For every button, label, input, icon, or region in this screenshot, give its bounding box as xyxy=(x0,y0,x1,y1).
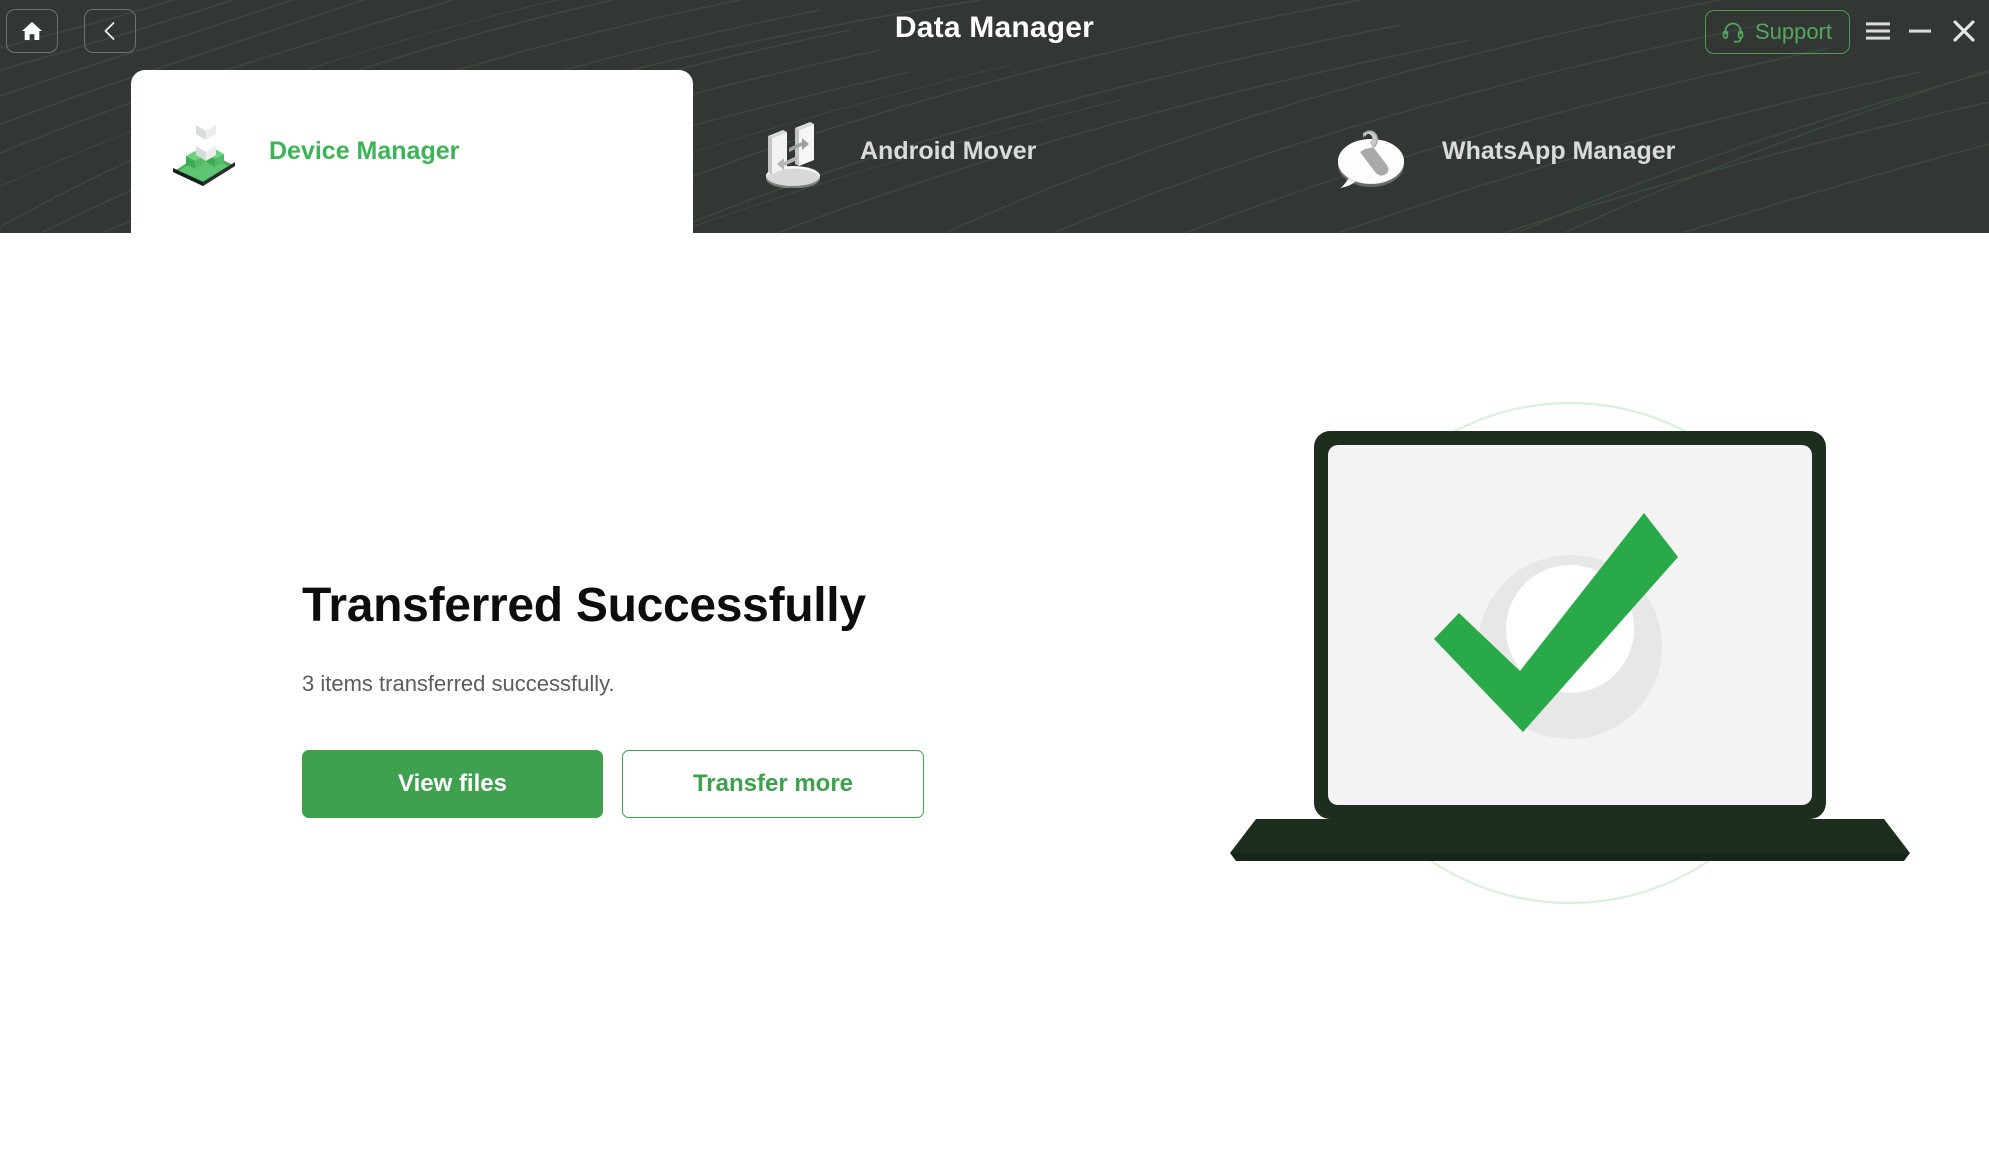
tab-android-mover[interactable]: Android Mover xyxy=(720,70,1220,233)
tab-android-mover-label: Android Mover xyxy=(860,137,1037,165)
app-window: Data Manager Support Device Manager Andr… xyxy=(0,0,1989,1175)
page-title: Data Manager xyxy=(894,11,1095,44)
status-block: Transferred Successfully 3 items transfe… xyxy=(302,578,924,818)
minimize-button[interactable] xyxy=(1899,10,1941,52)
tab-device-manager-label: Device Manager xyxy=(269,137,460,165)
support-label: Support xyxy=(1754,19,1832,44)
support-button[interactable]: Support xyxy=(1704,10,1850,54)
minimize-icon xyxy=(1909,29,1931,33)
whatsapp-manager-icon xyxy=(1330,116,1412,188)
android-mover-icon xyxy=(756,116,830,188)
main-content: Transferred Successfully 3 items transfe… xyxy=(0,233,1989,1175)
success-illustration xyxy=(1230,401,1910,905)
status-subtitle: 3 items transferred successfully. xyxy=(302,671,615,696)
status-title: Transferred Successfully xyxy=(302,579,866,632)
hamburger-menu-icon xyxy=(1866,22,1890,40)
tab-whatsapp-manager-label: WhatsApp Manager xyxy=(1442,137,1676,165)
hamburger-menu-button[interactable] xyxy=(1857,10,1899,52)
view-files-button[interactable]: View files xyxy=(302,750,603,818)
headset-icon xyxy=(1722,22,1744,43)
tab-device-manager[interactable]: Device Manager xyxy=(131,70,693,233)
tab-bar: Device Manager Android Mover WhatsApp Ma… xyxy=(0,70,1989,233)
title-bar: Data Manager Support xyxy=(0,0,1989,70)
close-icon xyxy=(1953,20,1975,42)
tab-whatsapp-manager[interactable]: WhatsApp Manager xyxy=(1300,70,1840,233)
app-header: Data Manager Support Device Manager Andr… xyxy=(0,0,1989,233)
close-button[interactable] xyxy=(1943,10,1985,52)
device-manager-icon xyxy=(165,116,241,188)
action-button-group: View files Transfer more xyxy=(302,750,924,818)
transfer-more-button[interactable]: Transfer more xyxy=(622,750,924,818)
